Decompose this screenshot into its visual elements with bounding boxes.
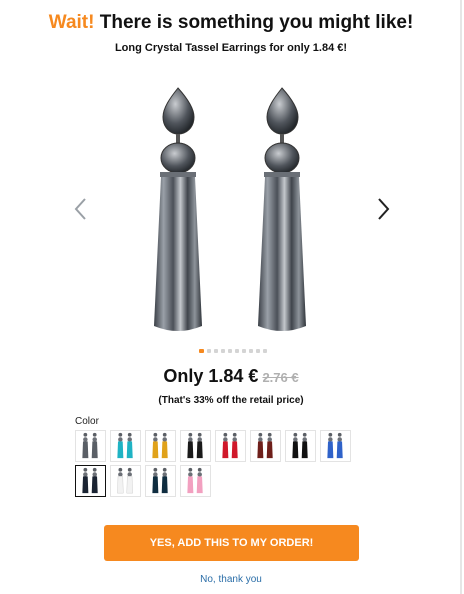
old-price: 2.76 € — [262, 370, 299, 385]
chevron-left-icon[interactable] — [71, 196, 91, 222]
decline-link[interactable]: No, thank you — [0, 574, 462, 585]
earring-swatch-icon — [152, 467, 168, 494]
carousel-dot[interactable] — [263, 349, 267, 353]
earring-swatch-icon — [292, 432, 308, 459]
headline-accent: Wait! — [48, 12, 95, 33]
earring-swatch-icon — [187, 432, 203, 459]
carousel-dot[interactable] — [256, 349, 260, 353]
earring-swatch-icon — [187, 467, 203, 494]
color-swatch[interactable] — [180, 430, 211, 462]
carousel-dot[interactable] — [207, 349, 211, 353]
color-swatch[interactable] — [75, 430, 106, 462]
color-swatch[interactable] — [285, 430, 316, 462]
earring-left — [154, 87, 202, 331]
earring-swatch-icon — [117, 432, 133, 459]
carousel-dot[interactable] — [249, 349, 253, 353]
earring-swatch-icon — [327, 432, 343, 459]
add-to-order-button[interactable]: YES, ADD THIS TO MY ORDER! — [104, 525, 359, 561]
color-swatch[interactable] — [320, 430, 351, 462]
carousel-dot[interactable] — [228, 349, 232, 353]
color-swatch[interactable] — [110, 430, 141, 462]
carousel-dot[interactable] — [199, 349, 204, 353]
tassel-earrings-image — [154, 87, 306, 331]
color-swatches — [75, 430, 355, 497]
carousel-dots — [199, 349, 267, 355]
color-swatch[interactable] — [180, 465, 211, 497]
earring-swatch-icon — [117, 467, 133, 494]
chevron-right-icon[interactable] — [373, 196, 393, 222]
color-swatch[interactable] — [145, 465, 176, 497]
color-swatch[interactable] — [215, 430, 246, 462]
color-swatch[interactable] — [75, 465, 106, 497]
earring-swatch-icon — [82, 467, 98, 494]
popup-headline: Wait! There is something you might like! — [0, 12, 462, 34]
current-price: Only 1.84 € — [163, 366, 259, 386]
color-swatch[interactable] — [145, 430, 176, 462]
carousel-dot[interactable] — [214, 349, 218, 353]
earring-swatch-icon — [82, 432, 98, 459]
earring-swatch-icon — [222, 432, 238, 459]
discount-note: (That's 33% off the retail price) — [158, 395, 304, 406]
earring-swatch-icon — [257, 432, 273, 459]
carousel-dot[interactable] — [242, 349, 246, 353]
color-label: Color — [75, 416, 99, 427]
price-line: Only 1.84 €2.76 € — [0, 366, 462, 387]
earring-swatch-icon — [152, 432, 168, 459]
color-swatch[interactable] — [110, 465, 141, 497]
color-swatch[interactable] — [250, 430, 281, 462]
popup-subheadline: Long Crystal Tassel Earrings for only 1.… — [114, 42, 348, 54]
carousel-dot[interactable] — [221, 349, 225, 353]
headline-text: There is something you might like! — [94, 12, 414, 33]
carousel-dot[interactable] — [235, 349, 239, 353]
earring-right — [258, 87, 306, 331]
